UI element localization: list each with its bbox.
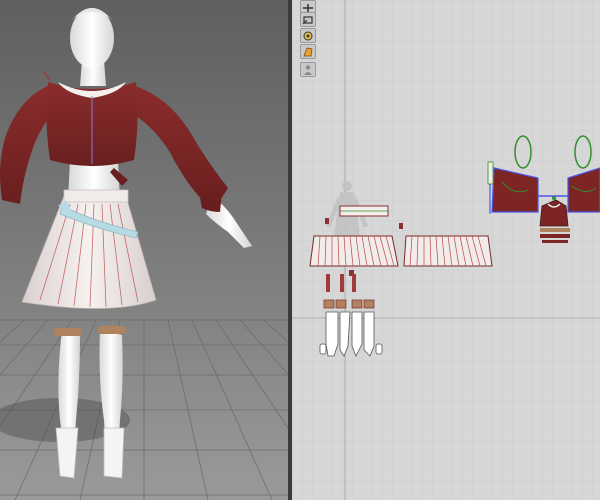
select-move-icon (303, 3, 313, 12)
pattern-canvas[interactable] (292, 0, 600, 500)
edit-point-icon (303, 31, 313, 40)
right-shoe (103, 427, 125, 479)
pattern-side-strip[interactable] (487, 161, 494, 185)
2d-pattern-viewport[interactable] (292, 0, 600, 500)
fabric-texture-icon (303, 47, 313, 56)
head (70, 8, 114, 68)
skirt-waistband (63, 189, 129, 203)
left-sock-band (54, 328, 82, 336)
left-shoe (55, 427, 79, 479)
transform-pattern-tool-button[interactable] (300, 12, 316, 27)
pattern-tab-right[interactable] (399, 223, 403, 229)
edit-point-tool-button[interactable] (300, 28, 316, 43)
pattern-skirt-front[interactable] (309, 235, 399, 267)
3d-scene[interactable] (0, 0, 288, 500)
3d-viewport[interactable] (0, 0, 288, 500)
pattern-waistband[interactable] (339, 205, 389, 217)
transform-pattern-icon (302, 15, 313, 24)
pattern-tab-left[interactable] (325, 218, 329, 224)
fabric-texture-tool-button[interactable] (300, 44, 316, 59)
avatar-tool-button[interactable] (300, 62, 316, 77)
right-sock-band (98, 326, 126, 334)
pattern-skirt-back[interactable] (403, 235, 493, 267)
avatar-icon (304, 64, 312, 75)
